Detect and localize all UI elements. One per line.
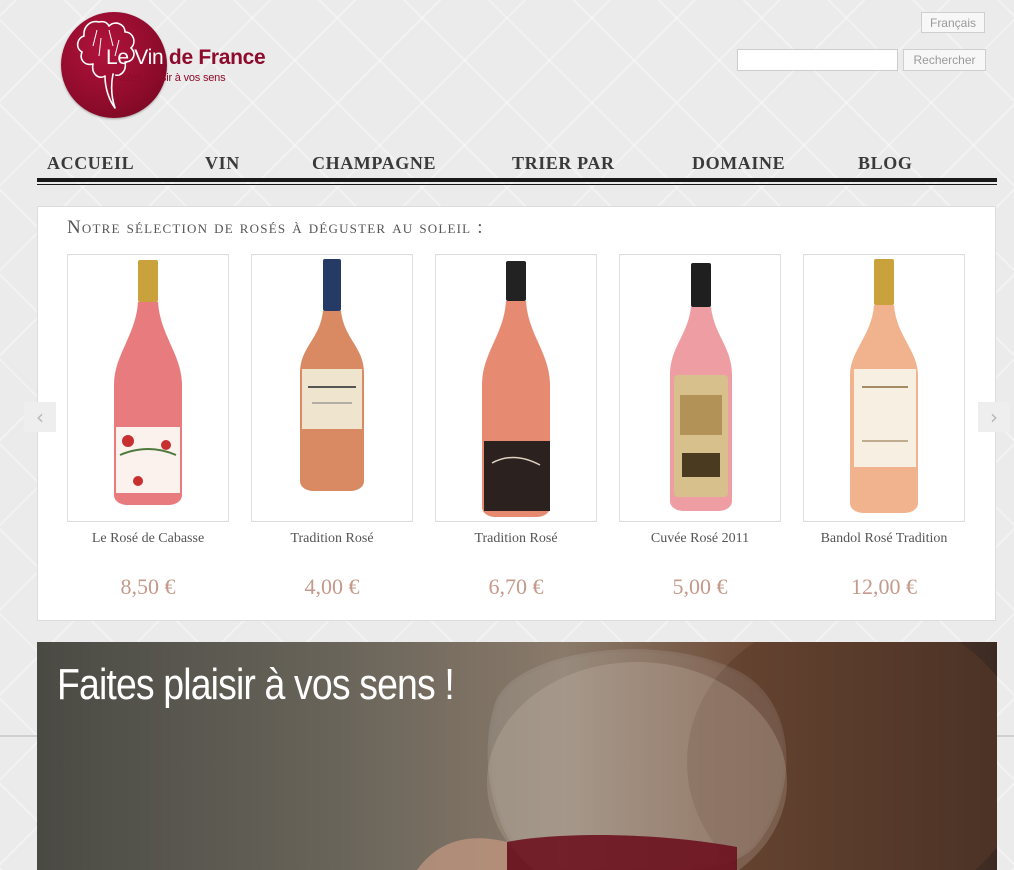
product-price: 8,50 € bbox=[120, 574, 176, 599]
wine-bottle-icon bbox=[300, 259, 364, 491]
chevron-left-icon: ‹ bbox=[36, 405, 44, 429]
carousel-prev-button[interactable]: ‹ bbox=[24, 402, 56, 432]
product-price: 6,70 € bbox=[488, 574, 544, 599]
search-button[interactable]: Rechercher bbox=[903, 49, 986, 71]
product-name[interactable]: Tradition Rosé bbox=[434, 531, 598, 547]
product-image[interactable] bbox=[803, 254, 965, 522]
logo-word-2: de France bbox=[168, 46, 266, 69]
nav-divider bbox=[37, 178, 997, 182]
wine-bottle-icon bbox=[482, 261, 550, 517]
product-price: 12,00 € bbox=[851, 574, 917, 599]
nav-item-trier-par[interactable]: TRIER PAR bbox=[512, 152, 615, 174]
banner-headline: Faites plaisir à vos sens ! bbox=[57, 660, 455, 709]
selection-title: Notre sélection de rosés à déguster au s… bbox=[67, 217, 484, 238]
nav-item-champagne[interactable]: CHAMPAGNE bbox=[312, 152, 436, 174]
product-name[interactable]: Bandol Rosé Tradition bbox=[802, 531, 966, 547]
logo-tagline: Faites plaisir à vos sens bbox=[113, 72, 226, 84]
nav-item-vin[interactable]: VIN bbox=[205, 152, 240, 174]
search-input[interactable] bbox=[737, 49, 898, 71]
nav-item-domaine[interactable]: DOMAINE bbox=[692, 152, 785, 174]
product-image[interactable] bbox=[67, 254, 229, 522]
nav-divider bbox=[37, 184, 997, 185]
background-divider bbox=[997, 735, 1014, 737]
product-price: 5,00 € bbox=[672, 574, 728, 599]
logo-word-1: Le Vin bbox=[106, 46, 164, 69]
wine-bottle-icon bbox=[850, 259, 918, 513]
chevron-right-icon: › bbox=[990, 405, 998, 429]
product-image[interactable] bbox=[435, 254, 597, 522]
carousel-next-button[interactable]: › bbox=[978, 402, 1010, 432]
product-name[interactable]: Le Rosé de Cabasse bbox=[66, 531, 230, 547]
product-name[interactable]: Tradition Rosé bbox=[250, 531, 414, 547]
background-divider bbox=[0, 735, 37, 737]
product-image[interactable] bbox=[619, 254, 781, 522]
nav-item-accueil[interactable]: ACCUEIL bbox=[47, 152, 134, 174]
language-selector[interactable]: Français bbox=[921, 12, 985, 33]
wine-bottle-icon bbox=[114, 260, 182, 505]
wine-bottle-icon bbox=[670, 263, 732, 511]
product-name[interactable]: Cuvée Rosé 2011 bbox=[618, 531, 782, 547]
product-image[interactable] bbox=[251, 254, 413, 522]
logo-title: Le Vin de France bbox=[106, 46, 266, 70]
nav-item-blog[interactable]: BLOG bbox=[858, 152, 912, 174]
product-price: 4,00 € bbox=[304, 574, 360, 599]
